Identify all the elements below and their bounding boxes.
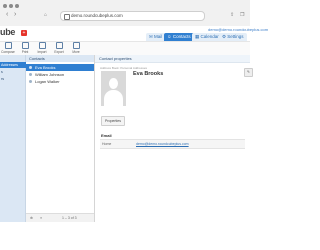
compose-icon: [4, 42, 12, 49]
import-icon: [38, 42, 46, 49]
avatar: [29, 72, 32, 76]
back-icon[interactable]: ‹: [6, 11, 8, 19]
addressbook-item[interactable]: Addresses: [0, 62, 26, 68]
page-background: [0, 222, 250, 250]
contact-name: Eva Brooks: [35, 65, 56, 70]
print-icon: [21, 42, 29, 49]
addressbook-item[interactable]: s: [0, 69, 26, 75]
share-icon[interactable]: ⇪: [230, 11, 234, 19]
address-bar[interactable]: demo.roundcubeplus.com: [60, 11, 205, 21]
more-button[interactable]: More: [69, 42, 83, 54]
compose-button[interactable]: Compose: [1, 42, 15, 54]
properties-button[interactable]: Properties: [101, 116, 125, 126]
contacts-header: Contacts: [26, 55, 94, 62]
addressbook-label: Address Book: Personal Addresses: [100, 66, 148, 70]
avatar: [29, 65, 32, 69]
avatar: [29, 79, 32, 83]
properties-title: Contact properties: [99, 56, 132, 61]
contact-row[interactable]: William Johnson: [26, 71, 94, 78]
person-silhouette-icon: [109, 78, 118, 89]
contact-name: William Johnson: [35, 72, 65, 77]
window-minimize-dot[interactable]: [9, 4, 13, 8]
export-icon: [55, 42, 63, 49]
export-button[interactable]: Export: [52, 42, 66, 54]
user-label[interactable]: demo@demo.roundcubeplus.com: [208, 27, 268, 32]
home-icon[interactable]: ⌂: [44, 11, 47, 19]
tab-mail[interactable]: ✉ Mail: [146, 33, 166, 41]
email-section-title: Email: [101, 133, 112, 138]
tab-calendar[interactable]: ▦ Calendar: [192, 33, 222, 41]
email-row: Home demo@demo.roundcubeplus.com: [100, 139, 245, 149]
window-close-dot[interactable]: [3, 4, 7, 8]
contacts-title: Contacts: [29, 56, 45, 61]
email-link[interactable]: demo@demo.roundcubeplus.com: [136, 140, 189, 148]
contact-fullname: Eva Brooks: [133, 71, 164, 77]
window-zoom-dot[interactable]: [15, 4, 19, 8]
lock-icon: [64, 14, 70, 20]
edit-contact-button[interactable]: ✎: [244, 68, 253, 77]
import-button[interactable]: Import: [35, 42, 49, 54]
contact-row[interactable]: Eva Brooks: [26, 64, 94, 71]
properties-header: Contact properties: [95, 55, 250, 63]
tabs-icon[interactable]: ❐: [240, 11, 244, 19]
addressbook-item[interactable]: rs: [0, 76, 26, 82]
url-text: demo.roundcubeplus.com: [71, 13, 123, 18]
forward-icon[interactable]: ›: [14, 11, 16, 19]
tab-contacts[interactable]: ☺ Contacts: [164, 33, 194, 41]
more-icon: [72, 42, 80, 49]
logo-badge-icon: +: [21, 30, 27, 36]
contact-name: Logan Walker: [35, 79, 60, 84]
contact-photo: [101, 71, 126, 106]
contact-row[interactable]: Logan Walker: [26, 78, 94, 85]
email-type-label: Home: [102, 142, 112, 146]
logo: ube: [0, 27, 16, 37]
tab-settings[interactable]: ⚙ Settings: [219, 33, 247, 41]
print-button[interactable]: Print: [18, 42, 32, 54]
